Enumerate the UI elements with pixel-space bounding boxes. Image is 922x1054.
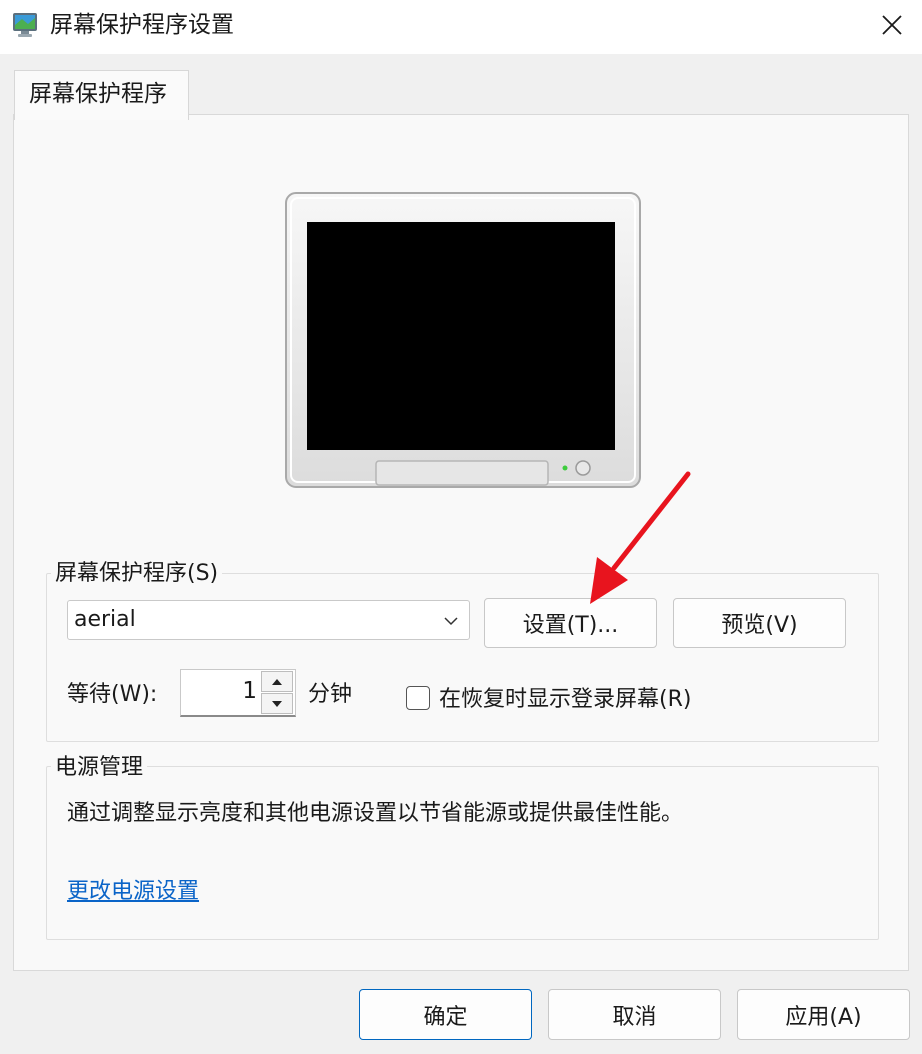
screen-saver-select[interactable]: aerial <box>67 600 470 640</box>
tab-screen-saver[interactable]: 屏幕保护程序 <box>14 70 189 120</box>
close-button[interactable] <box>862 0 922 50</box>
change-power-settings-link[interactable]: 更改电源设置 <box>67 877 199 907</box>
wait-label: 等待(W): <box>67 682 158 707</box>
screen-saver-select-value: aerial <box>74 607 136 632</box>
preview-button[interactable]: 预览(V) <box>673 598 846 648</box>
spin-down-button[interactable] <box>261 693 293 714</box>
screen-saver-app-icon <box>13 13 37 37</box>
screen-saver-group-title: 屏幕保护程序(S) <box>51 560 223 588</box>
power-description: 通过调整显示亮度和其他电源设置以节省能源或提供最佳性能。 <box>67 801 684 826</box>
window-title: 屏幕保护程序设置 <box>50 12 234 38</box>
wait-minutes-value: 1 <box>242 678 257 704</box>
power-group-title: 电源管理 <box>51 754 148 782</box>
monitor-preview-icon <box>285 192 641 488</box>
settings-button[interactable]: 设置(T)... <box>484 598 657 648</box>
resume-logon-checkbox[interactable] <box>406 686 430 710</box>
close-icon <box>882 15 902 35</box>
title-bar: 屏幕保护程序设置 <box>0 0 922 54</box>
apply-button[interactable]: 应用(A) <box>737 989 910 1040</box>
triangle-down-icon <box>272 700 282 707</box>
wait-minutes-spinner[interactable]: 1 <box>180 669 296 717</box>
ok-button[interactable]: 确定 <box>359 989 532 1040</box>
cancel-button[interactable]: 取消 <box>548 989 721 1040</box>
chevron-down-icon <box>444 617 458 626</box>
resume-logon-label[interactable]: 在恢复时显示登录屏幕(R) <box>439 686 691 714</box>
triangle-up-icon <box>272 678 282 685</box>
power-management-group <box>46 766 879 940</box>
spin-up-button[interactable] <box>261 671 293 692</box>
wait-unit-label: 分钟 <box>308 682 353 707</box>
